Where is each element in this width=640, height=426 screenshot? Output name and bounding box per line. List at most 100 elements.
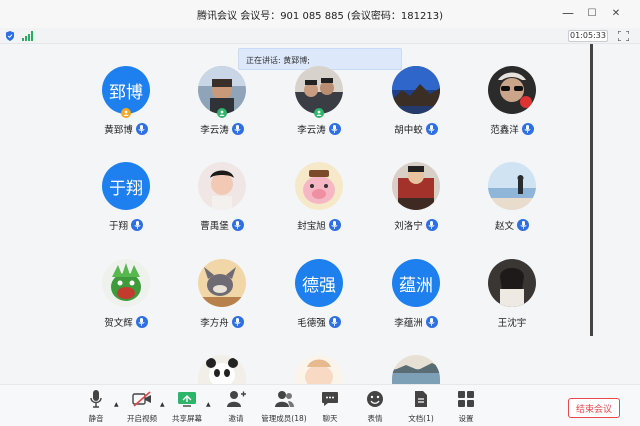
mic-icon[interactable] — [328, 219, 341, 231]
chat-label: 聊天 — [322, 414, 338, 423]
mic-icon[interactable] — [131, 219, 143, 231]
mute-label: 静音 — [88, 414, 104, 423]
mic-icon[interactable] — [328, 316, 341, 328]
scrollbar[interactable] — [590, 44, 593, 336]
participant-name-row: 赵文 — [472, 218, 552, 232]
video-label: 开启视频 — [127, 414, 157, 423]
participant-tile[interactable]: 王沈宇 — [472, 259, 552, 341]
participant-name-row: 封宝旭 — [279, 218, 359, 232]
mic-icon[interactable] — [425, 316, 438, 328]
mic-icon[interactable] — [135, 316, 148, 328]
avatar — [198, 259, 246, 307]
participant-tile[interactable]: 李云涛 — [279, 66, 359, 148]
minimize-button[interactable]: — — [560, 5, 576, 21]
chevron-up-icon[interactable]: ▲ — [206, 401, 211, 408]
participant-name-row: 贺文辉 — [86, 315, 166, 329]
close-button[interactable]: ✕ — [608, 5, 624, 21]
participant-tile[interactable]: 德强 毛德强 — [279, 259, 359, 341]
status-bar: 01:05:33 — [0, 28, 640, 44]
chevron-up-icon[interactable]: ▲ — [114, 401, 119, 408]
participant-tile[interactable]: 李云涛 — [182, 66, 262, 148]
participant-tile[interactable]: 封宝旭 — [279, 162, 359, 244]
participant-name: 曹禹堡 — [200, 221, 229, 232]
participant-tile[interactable]: 范鑫洋 — [472, 66, 552, 148]
emoji-icon — [365, 389, 385, 409]
invite-label: 邀请 — [228, 414, 244, 423]
video-off-icon — [132, 389, 152, 409]
settings-label: 设置 — [458, 414, 474, 423]
invite-button[interactable]: 邀请 — [224, 389, 248, 425]
title-bar: 腾讯会议 会议号：901 085 885 (会议密码：181213) — ☐ ✕ — [0, 0, 640, 28]
microphone-icon — [86, 389, 106, 409]
avatar — [295, 66, 343, 114]
participant-name: 刘洛宁 — [394, 221, 423, 232]
share-screen-icon — [177, 389, 197, 409]
share-screen-button[interactable]: 共享屏幕 — [170, 389, 204, 425]
members-label: 管理成员(18) — [261, 414, 307, 423]
mic-icon[interactable] — [521, 123, 534, 135]
participant-tile[interactable]: 李方舟 — [182, 259, 262, 341]
participant-name: 王沈宇 — [497, 318, 527, 329]
avatar — [488, 162, 536, 210]
participant-name: 于翔 — [108, 221, 128, 232]
participant-name: 赵文 — [494, 221, 514, 232]
participant-name: 李云涛 — [297, 125, 326, 136]
avatar — [198, 162, 246, 210]
avatar: 德强 — [295, 259, 343, 307]
participant-name: 毛德强 — [297, 318, 326, 329]
participant-tile[interactable]: 蕴洲 李蕴洲 — [376, 259, 456, 341]
manage-members-button[interactable]: 管理成员(18) — [260, 389, 308, 425]
avatar — [392, 355, 440, 384]
mute-button[interactable]: 静音 — [82, 389, 110, 425]
maximize-button[interactable]: ☐ — [584, 5, 600, 21]
mic-icon[interactable] — [328, 123, 341, 135]
shield-icon[interactable] — [5, 31, 15, 41]
participant-name-row: 曹禹堡 — [182, 218, 262, 232]
participant-tile[interactable]: 于翔 于翔 — [86, 162, 166, 244]
end-meeting-button[interactable]: 结束会议 — [568, 398, 620, 418]
cohost-badge-icon — [217, 108, 227, 118]
avatar — [488, 259, 536, 307]
mic-icon[interactable] — [425, 123, 438, 135]
video-button[interactable]: 开启视频 — [124, 389, 160, 425]
mic-icon[interactable] — [231, 316, 244, 328]
participant-tile[interactable]: 赵文 — [472, 162, 552, 244]
add-user-icon — [226, 389, 246, 409]
fullscreen-icon[interactable] — [618, 31, 629, 41]
participant-name-row: 王沈宇 — [472, 315, 552, 329]
reaction-button[interactable]: 表情 — [363, 389, 387, 425]
participant-tile[interactable]: 曹禹堡 — [182, 162, 262, 244]
mic-icon[interactable] — [425, 219, 438, 231]
members-icon — [274, 389, 294, 409]
signal-icon[interactable] — [22, 31, 34, 41]
chat-icon — [320, 389, 340, 409]
docs-button[interactable]: 文档(1) — [405, 389, 437, 425]
settings-button[interactable]: 设置 — [454, 389, 478, 425]
participant-name-row: 刘洛宁 — [376, 218, 456, 232]
grid-settings-icon — [456, 389, 476, 409]
participant-tile[interactable]: 胡中蛟 — [376, 66, 456, 148]
chat-button[interactable]: 聊天 — [318, 389, 342, 425]
avatar — [198, 355, 246, 384]
host-badge-icon — [121, 108, 131, 118]
participant-tile[interactable]: 贺文辉 — [86, 259, 166, 341]
avatar — [295, 355, 343, 384]
participant-name: 黄郅博 — [104, 125, 133, 136]
participant-name-row: 黄郅博 — [86, 122, 166, 136]
participant-name: 封宝旭 — [297, 221, 326, 232]
avatar — [488, 66, 536, 114]
participant-name-row: 于翔 — [86, 218, 166, 232]
mic-icon[interactable] — [135, 123, 148, 135]
avatar: 于翔 — [102, 162, 150, 210]
mic-icon[interactable] — [517, 219, 529, 231]
reaction-label: 表情 — [367, 414, 383, 423]
participant-tile[interactable]: 刘洛宁 — [376, 162, 456, 244]
avatar — [198, 66, 246, 114]
participant-tile[interactable]: 郅博 黄郅博 — [86, 66, 166, 148]
participant-name-row: 胡中蛟 — [376, 122, 456, 136]
chevron-up-icon[interactable]: ▲ — [160, 401, 165, 408]
mic-icon[interactable] — [231, 219, 244, 231]
cohost-badge-icon — [314, 108, 324, 118]
mic-icon[interactable] — [231, 123, 244, 135]
participant-name-row: 李云涛 — [182, 122, 262, 136]
